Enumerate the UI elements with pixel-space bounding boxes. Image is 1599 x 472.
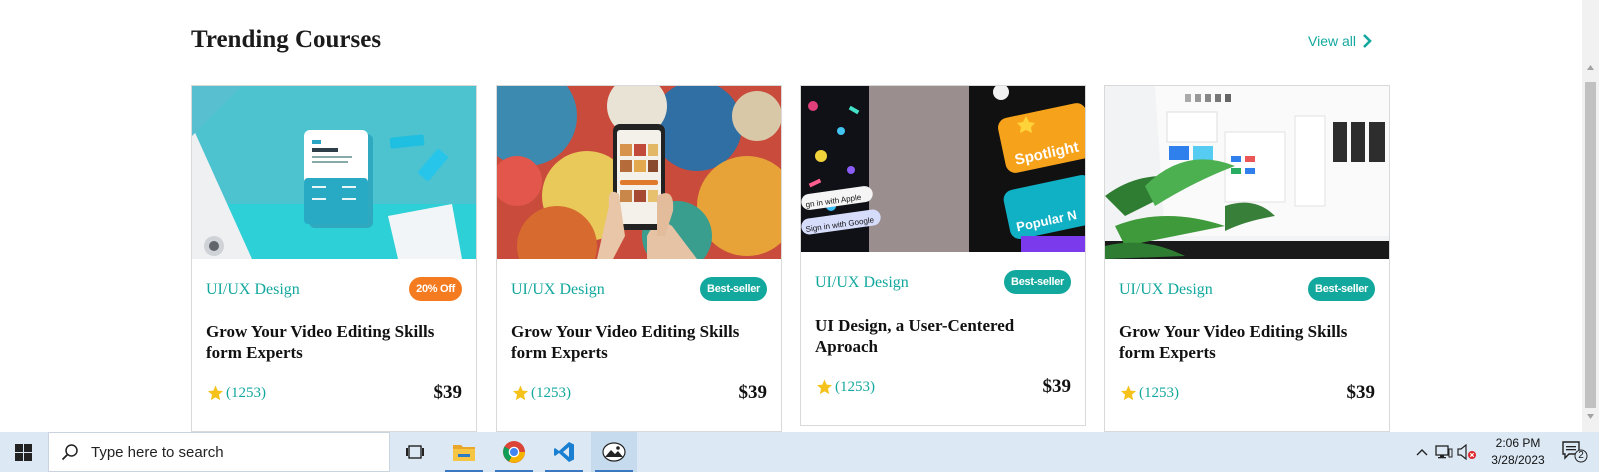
course-card[interactable]: UI/UX Design 20% Off Grow Your Video Edi… xyxy=(191,85,477,432)
course-card[interactable]: UI/UX Design Best-seller Grow Your Video… xyxy=(496,85,782,432)
windows-taskbar: Type here to search 2:06 PM 3/28/2023 2 xyxy=(0,432,1599,472)
course-category: UI/UX Design xyxy=(815,274,909,291)
course-title[interactable]: Grow Your Video Editing Skills form Expe… xyxy=(511,321,769,363)
course-title[interactable]: Grow Your Video Editing Skills form Expe… xyxy=(1119,321,1377,363)
bestseller-badge: Best-seller xyxy=(1308,277,1375,301)
star-icon xyxy=(1121,385,1136,401)
course-category: UI/UX Design xyxy=(1119,281,1213,298)
file-explorer-button[interactable] xyxy=(441,432,487,472)
page: Trending Courses View all UI/UX Design 2… xyxy=(0,0,1582,432)
course-thumbnail: gn in with Apple Sign in with Google Spo… xyxy=(801,86,1085,252)
volume-button[interactable] xyxy=(1456,432,1478,472)
task-view-button[interactable] xyxy=(392,432,438,472)
vertical-scrollbar[interactable] xyxy=(1582,0,1599,432)
section-title: Trending Courses xyxy=(191,26,382,53)
scroll-down-arrow-icon[interactable] xyxy=(1586,412,1595,421)
start-button[interactable] xyxy=(0,432,46,472)
windows-logo-icon xyxy=(14,443,32,461)
rating-count: (1253) xyxy=(226,384,266,401)
system-clock[interactable]: 2:06 PM 3/28/2023 xyxy=(1480,435,1556,469)
course-thumbnail xyxy=(1105,86,1389,259)
course-card[interactable]: gn in with Apple Sign in with Google Spo… xyxy=(800,85,1086,426)
search-icon xyxy=(61,444,78,461)
course-price: $39 xyxy=(1346,382,1376,403)
photos-app-button[interactable] xyxy=(591,432,637,472)
view-all-label: View all xyxy=(1308,33,1356,49)
scroll-up-arrow-icon[interactable] xyxy=(1586,63,1595,72)
view-all-link[interactable]: View all xyxy=(1308,33,1372,49)
course-thumbnail xyxy=(497,86,781,259)
course-rating: (1253) xyxy=(815,378,875,396)
course-title[interactable]: UI Design, a User-Centered Aproach xyxy=(815,315,1073,357)
rating-count: (1253) xyxy=(1139,384,1179,401)
chrome-button[interactable] xyxy=(491,432,537,472)
notification-count: 2 xyxy=(1578,450,1584,461)
chrome-icon xyxy=(503,441,525,463)
volume-muted-icon xyxy=(1457,444,1476,460)
network-button[interactable] xyxy=(1434,432,1454,472)
chevron-right-icon xyxy=(1363,34,1372,48)
course-category: UI/UX Design xyxy=(206,281,300,298)
star-icon xyxy=(817,379,832,395)
clock-date: 3/28/2023 xyxy=(1491,453,1545,467)
file-explorer-icon xyxy=(453,445,475,461)
course-thumbnail xyxy=(192,86,476,259)
taskbar-search-box[interactable]: Type here to search xyxy=(48,432,390,472)
course-price: $39 xyxy=(738,382,768,403)
task-view-icon xyxy=(406,445,424,459)
star-icon xyxy=(208,385,223,401)
rating-count: (1253) xyxy=(531,384,571,401)
course-title[interactable]: Grow Your Video Editing Skills form Expe… xyxy=(206,321,464,363)
vscode-icon xyxy=(554,442,574,462)
search-placeholder: Type here to search xyxy=(91,443,224,461)
course-price: $39 xyxy=(1042,376,1072,397)
discount-badge: 20% Off xyxy=(409,277,462,301)
course-price: $39 xyxy=(433,382,463,403)
vscode-button[interactable] xyxy=(541,432,587,472)
network-icon xyxy=(1435,444,1453,458)
photos-app-icon xyxy=(602,442,626,462)
clock-time: 2:06 PM xyxy=(1495,436,1541,450)
course-rating: (1253) xyxy=(206,384,266,402)
chevron-up-icon xyxy=(1416,449,1428,456)
show-hidden-icons-button[interactable] xyxy=(1413,432,1431,472)
action-center-button[interactable]: 2 xyxy=(1560,439,1590,465)
notification-icon xyxy=(1562,441,1588,463)
rating-count: (1253) xyxy=(835,378,875,395)
course-rating: (1253) xyxy=(511,384,571,402)
bestseller-badge: Best-seller xyxy=(700,277,767,301)
scrollbar-thumb[interactable] xyxy=(1585,82,1596,408)
star-icon xyxy=(513,385,528,401)
course-category: UI/UX Design xyxy=(511,281,605,298)
course-card[interactable]: UI/UX Design Best-seller Grow Your Video… xyxy=(1104,85,1390,432)
course-rating: (1253) xyxy=(1119,384,1179,402)
bestseller-badge: Best-seller xyxy=(1004,270,1071,294)
